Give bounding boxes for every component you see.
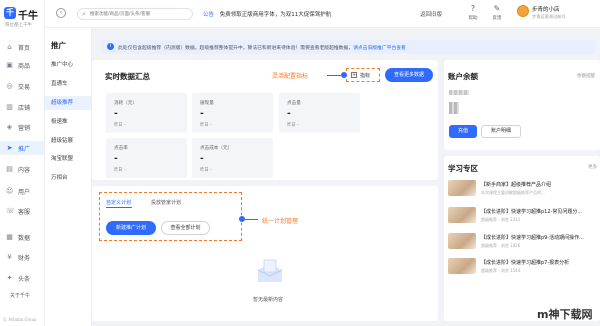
help-button[interactable]: ? 帮助 [463, 4, 483, 21]
app-slogan: 每位都上千牛 [5, 23, 32, 28]
nav-item-home[interactable]: ⌂ 首页 [0, 40, 44, 54]
masked-balance-label [449, 90, 469, 95]
feedback-button[interactable]: ✎ 反馈 [487, 4, 507, 21]
annotation-line [327, 75, 341, 76]
subnav-item-super-diamond[interactable]: 超级钻展 [45, 134, 91, 148]
nav-item-goods[interactable]: ▣ 商品 [0, 58, 44, 72]
subnav-title: 推广 [51, 41, 66, 50]
shop-icon: ▥ [6, 102, 13, 111]
user-subtitle: 步青运营测试账号 [532, 14, 566, 19]
top-bar: ‹ ⌕ 公告 免费领取正版商用字体，为双11大促保驾护航 返回旧版 ?帮助 ✎反… [45, 0, 600, 28]
annotation-config: 灵活配置指标 [272, 73, 309, 80]
course-thumbnail [448, 233, 476, 249]
info-icon: i [107, 43, 114, 50]
course-thumbnail [448, 207, 476, 223]
learning-item[interactable]: 【成长进阶】快速学习超推p7-报表分析 超级推荐 · 浏览 1544 [448, 258, 598, 274]
global-search[interactable]: ⌕ [77, 8, 193, 20]
learning-item[interactable]: 【成长进阶】快速学习超推p12-常见问题分... 超级推荐 · 浏览 2311 [448, 207, 598, 223]
subnav-item-wanxiangtai[interactable]: 万相台 [45, 171, 91, 185]
app-logo[interactable]: 千 千牛 每位都上千牛 [4, 6, 42, 30]
balance-reminder-link[interactable]: 余额提醒 [577, 73, 595, 79]
masked-balance-value [449, 102, 459, 114]
site-watermark: m神下载网 [537, 308, 593, 321]
help-icon: ? [470, 4, 476, 13]
nav-item-data[interactable]: ▦ 数据 [0, 230, 44, 244]
learning-item[interactable]: 【成长进阶】快速学习超推p9-活动期间操作... 超级推荐 · 浏览 1826 [448, 233, 598, 249]
metric-clicks: 点击量 - 昨日 - [279, 93, 360, 133]
nav-item-content[interactable]: ▤ 内容 [0, 162, 44, 176]
metric-settings-icon[interactable]: + [351, 72, 357, 78]
all-plans-button[interactable]: 查看全部计划 [161, 221, 210, 235]
search-icon: ⌕ [82, 10, 86, 18]
nav-item-shop[interactable]: ▥ 店铺 [0, 100, 44, 114]
subnav-item-taobao-union[interactable]: 淘宝联盟 [45, 152, 91, 166]
annotation-plan: 统一计划管理 [262, 218, 299, 225]
course-thumbnail [448, 180, 476, 196]
empty-box-icon [257, 259, 283, 282]
tab-custom-plan[interactable]: 自定义计划 [106, 199, 131, 206]
home-icon: ⌂ [7, 42, 12, 51]
nav-item-promotion[interactable]: ➤ 推广 [0, 141, 44, 155]
notice-text: 免费领取正版商用字体，为双11大促保驾护航 [219, 12, 332, 18]
nav-item-service[interactable]: ☏ 客服 [0, 204, 44, 218]
tab-managed-plan[interactable]: 投放管家计划 [151, 199, 181, 206]
content-icon: ▤ [6, 164, 13, 173]
collapse-icon[interactable]: ‹ [56, 8, 66, 18]
learning-more-link[interactable]: 更多 [588, 164, 597, 170]
user-icon: ☺ [6, 186, 14, 195]
annotation-dot [341, 72, 347, 78]
notice-bar[interactable]: 公告 免费领取正版商用字体，为双11大促保驾护航 [203, 10, 331, 18]
copyright: © Alibaba Group [3, 317, 37, 322]
nav-item-finance[interactable]: ¥ 财务 [0, 250, 44, 264]
promotion-icon: ➤ [6, 143, 13, 152]
avatar[interactable] [517, 5, 529, 17]
banner-link[interactable]: 请点击旧版推广平台查看 [353, 46, 406, 51]
nav-item-user[interactable]: ☺ 用户 [0, 184, 44, 198]
banner-text: 此处仅包含超级推荐（内测版）数据，超级推荐整体提升中，算法已和新进来待体验！需要… [118, 46, 406, 51]
nav-item-trade[interactable]: ◎ 交易 [0, 79, 44, 93]
learning-title: 学习专区 [448, 164, 478, 173]
qianniu-logo-icon: 千 [4, 7, 16, 19]
subnav-item-ztc[interactable]: 直通车 [45, 77, 91, 91]
course-thumbnail [448, 258, 476, 274]
learning-item[interactable]: 【新手商家】超级推荐产品介绍 本次课程主要讲解超级推荐产品的... [448, 180, 598, 196]
view-more-data-button[interactable]: 查看更多数据 [385, 68, 433, 82]
search-input[interactable] [90, 10, 190, 18]
new-plan-button[interactable]: 新建推广计划 [106, 221, 156, 235]
data-icon: ▦ [6, 232, 13, 241]
realtime-title: 实时数据汇总 [105, 72, 150, 81]
active-tab-underline [106, 207, 132, 208]
subnav-item-center[interactable]: 推广中心 [45, 58, 91, 72]
left-navigation: 千 千牛 每位都上千牛 ⌂ 首页 ▣ 商品 ◎ 交易 ▥ 店铺 ◈ 营销 ➤ 推广 ▤ 内容 … [0, 0, 45, 326]
recharge-button[interactable]: 充值 [449, 125, 477, 138]
account-title: 账户余额 [448, 72, 478, 81]
account-detail-button[interactable]: 账户明细 [481, 125, 521, 138]
promotion-subnav: 推广 推广中心 直通车 超级推荐 极速推 超级钻展 淘宝联盟 万相台 [45, 28, 92, 326]
nav-item-marketing[interactable]: ◈ 营销 [0, 120, 44, 134]
headline-icon: ✦ [6, 273, 13, 282]
metric-ctr: 点击率 - 昨日 - [106, 138, 187, 178]
old-version-link[interactable]: 返回旧版 [420, 10, 442, 18]
feedback-icon: ✎ [493, 4, 501, 13]
marketing-icon: ◈ [6, 122, 13, 131]
finance-icon: ¥ [7, 252, 12, 261]
annotation-line-plan [245, 219, 258, 220]
goods-icon: ▣ [6, 60, 13, 69]
metric-cost: 消耗（元） - 昨日 - [106, 93, 187, 133]
metric-impressions: 展现量 - 昨日 - [192, 93, 273, 133]
trade-icon: ◎ [6, 81, 13, 90]
service-icon: ☏ [6, 206, 15, 215]
empty-text: 暂无最新内容 [253, 297, 284, 303]
info-banner: i 此处仅包含超级推荐（内测版）数据，超级推荐整体提升中，算法已和新进来待体验！… [101, 40, 595, 54]
nav-item-headline[interactable]: ✦ 头条 [0, 271, 44, 285]
metric-cpc: 点击成本（元） - 昨日 - [192, 138, 273, 178]
subnav-item-super-recommend[interactable]: 超级推荐 [45, 96, 91, 110]
metric-config-button[interactable]: 指标 [360, 72, 370, 79]
subnav-item-fast-push[interactable]: 极速推 [45, 115, 91, 129]
about-link[interactable]: 关于千牛 [10, 292, 30, 299]
notice-tag: 公告 [203, 12, 215, 18]
app-name: 千牛 [18, 11, 38, 22]
user-name[interactable]: 步青的小店 [532, 5, 560, 13]
